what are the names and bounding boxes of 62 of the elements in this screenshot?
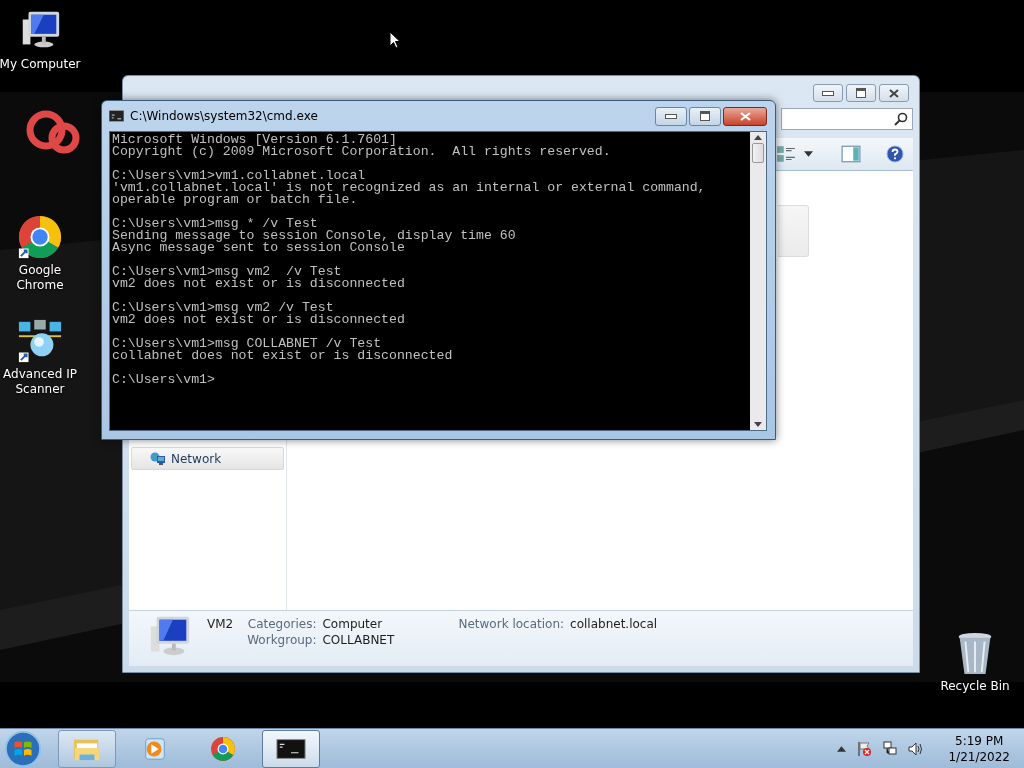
- desktop-icon-label[interactable]: My Computer: [0, 57, 81, 72]
- window-title: C:\Windows\system32\cmd.exe: [130, 109, 319, 123]
- scroll-up-icon[interactable]: [754, 135, 762, 140]
- preview-pane-icon[interactable]: [841, 145, 861, 163]
- network-nav-item[interactable]: Network: [131, 447, 284, 470]
- network-scanner-icon[interactable]: [17, 318, 63, 364]
- view-options-icon[interactable]: [776, 145, 796, 163]
- clock-time: 5:19 PM: [955, 732, 1004, 749]
- caret-icon[interactable]: [804, 151, 813, 157]
- close-icon: [739, 111, 751, 121]
- field-value: COLLABNET: [322, 633, 396, 647]
- desktop-icon-label[interactable]: Recycle Bin: [940, 679, 1010, 694]
- close-button[interactable]: [879, 84, 909, 102]
- network-icon: [150, 450, 166, 467]
- item-tile[interactable]: [778, 205, 809, 257]
- console-line: C:\Users\vm1>msg * /v Test: [112, 218, 318, 230]
- maximize-button[interactable]: [846, 84, 876, 102]
- console-line: C:\Users\vm1>vm1.collabnet.local: [112, 170, 366, 182]
- field-label: Network location:: [458, 617, 565, 631]
- search-icon: [894, 112, 908, 126]
- scroll-down-icon[interactable]: [754, 422, 762, 427]
- console-line: vm2 does not exist or is disconnected: [112, 278, 405, 290]
- clock[interactable]: 5:19 PM 1/21/2022: [942, 732, 1016, 765]
- clock-date: 1/21/2022: [948, 748, 1010, 765]
- console-line: vm2 does not exist or is disconnected: [112, 314, 405, 326]
- console-icon: [109, 110, 124, 122]
- console-line: collabnet does not exist or is disconnected: [112, 350, 453, 362]
- taskbar-button[interactable]: [262, 729, 320, 768]
- console-line: Copyright (c) 2009 Microsoft Corporation. All rights reserved.: [112, 146, 611, 158]
- console-line: C:\Users\vm1>msg vm2 /v Test: [112, 266, 342, 278]
- help-icon[interactable]: [885, 145, 905, 163]
- field-label: Categories:: [247, 617, 317, 631]
- network-icon[interactable]: [882, 740, 899, 757]
- console-line: C:\Users\vm1>: [112, 374, 215, 386]
- console-line: Microsoft Windows [Version 6.1.7601]: [112, 134, 397, 146]
- console-line: operable program or batch file.: [112, 194, 358, 206]
- speaker-icon[interactable]: [908, 740, 925, 757]
- field-label: Workgroup:: [247, 633, 317, 647]
- chrome-icon: [208, 735, 238, 762]
- desktop-icon-label[interactable]: Google Chrome: [0, 263, 80, 293]
- minimize-button[interactable]: [655, 106, 687, 126]
- console-line: Sending message to session Console, display time 60: [112, 230, 516, 242]
- chrome-icon[interactable]: [17, 214, 63, 260]
- minimize-button[interactable]: [813, 84, 843, 102]
- close-icon: [889, 88, 899, 98]
- console-line: 'vm1.collabnet.local' is not recognized as an internal or external command,: [112, 182, 706, 194]
- field-value: collabnet.local: [570, 617, 658, 631]
- search-field[interactable]: [781, 108, 913, 130]
- close-button[interactable]: [723, 106, 767, 126]
- start-button[interactable]: [4, 729, 42, 768]
- maximize-button[interactable]: [689, 106, 721, 126]
- scroll-thumb[interactable]: [752, 143, 764, 163]
- computer-name: VM2: [207, 616, 234, 631]
- desktop-icon-label[interactable]: Advanced IP Scanner: [0, 367, 80, 397]
- console-line: C:\Users\vm1>msg COLLABNET /v Test: [112, 338, 382, 350]
- show-hidden-icons-icon[interactable]: [837, 745, 847, 752]
- field-value: Computer: [322, 617, 384, 631]
- scrollbar[interactable]: [750, 132, 766, 430]
- flag-icon[interactable]: [856, 740, 873, 757]
- console-line: C:\Users\vm1>msg vm2 /v Test: [112, 302, 334, 314]
- cursor-icon: [389, 31, 401, 49]
- console-line: Async message sent to session Console: [112, 242, 405, 254]
